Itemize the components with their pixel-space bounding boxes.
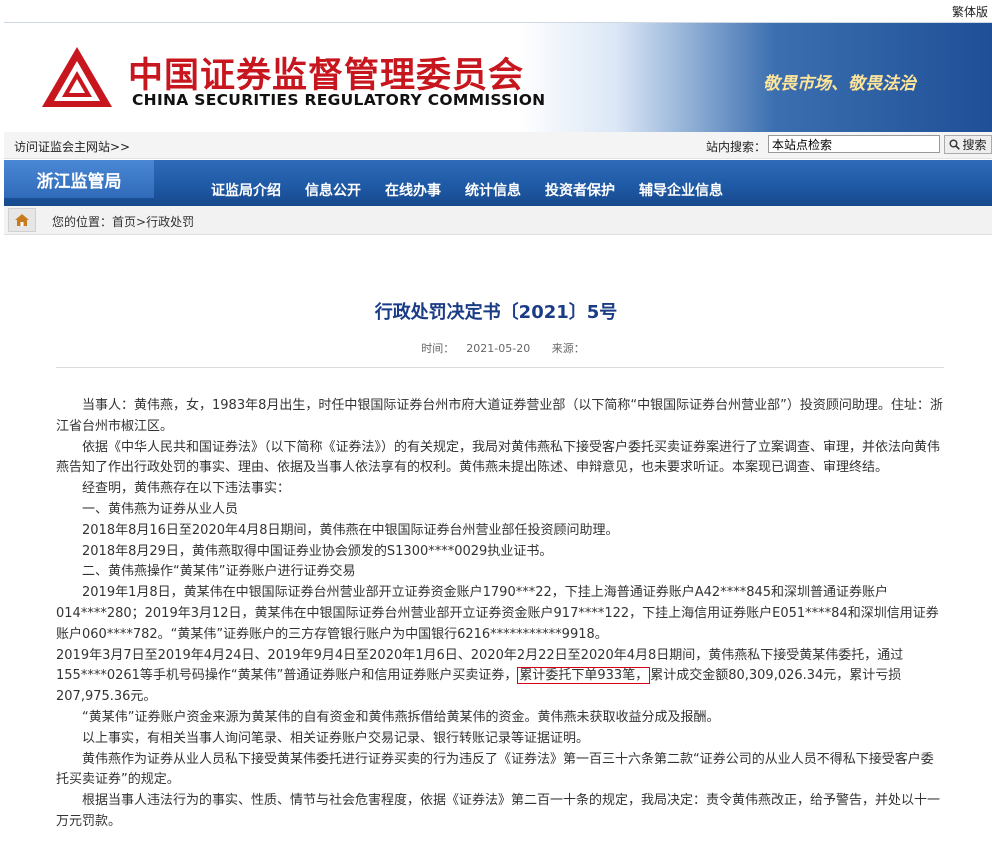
nav-item-tutoring-companies[interactable]: 辅导企业信息: [639, 180, 723, 200]
article-body: 当事人：黄伟燕，女，1983年8月出生，时任中银国际证券台州市府大道证券营业部（…: [56, 396, 944, 833]
paragraph-heading-1: 一、黄伟燕为证券从业人员: [82, 501, 239, 517]
nav-item-investor-protection[interactable]: 投资者保护: [545, 180, 615, 200]
search-label: 站内搜索：: [706, 140, 767, 154]
paragraph-decision: 根据当事人违法行为的事实、性质、情节与社会危害程度，依据《证券法》第二百一十条的…: [56, 793, 941, 829]
header-banner: 中国证券监督管理委员会 CHINA SECURITIES REGULATORY …: [4, 22, 992, 133]
nav-item-info-disclosure[interactable]: 信息公开: [305, 180, 361, 200]
paragraph-certificate: 2018年8月29日，黄伟燕取得中国证券业协会颁发的S1300****0029执…: [82, 543, 553, 559]
csrc-logo-icon: [42, 47, 112, 107]
paragraph-procedure: 依据《中华人民共和国证券法》（以下简称《证券法》）的有关规定，我局对黄伟燕私下接…: [56, 439, 941, 476]
top-bar: 繁体版: [0, 0, 992, 22]
time-value: 2021-05-20: [466, 342, 531, 355]
main-nav: 浙江监管局 证监局介绍 信息公开 在线办事 统计信息 投资者保护 辅导企业信息: [4, 160, 992, 206]
traditional-chinese-link[interactable]: 繁体版: [952, 3, 988, 20]
breadcrumb-separator: >: [136, 215, 147, 229]
paragraph-heading-2: 二、黄伟燕操作“黄某伟”证券账户进行证券交易: [82, 564, 356, 580]
paragraph-accounts: 2019年1月8日，黄某伟在中银国际证券台州营业部开立证券资金账户1790***…: [56, 585, 939, 642]
slogan: 敬畏市场、敬畏法治: [763, 74, 916, 94]
breadcrumb: 您的位置：首页>行政处罚: [4, 206, 992, 235]
nav-item-bureau-intro[interactable]: 证监局介绍: [211, 180, 281, 200]
article-meta: 时间： 2021-05-20 来源：: [56, 340, 944, 368]
nav-item-online-services[interactable]: 在线办事: [385, 180, 441, 200]
site-search-input[interactable]: [768, 135, 940, 153]
paragraph-employment: 2018年8月16日至2020年4月8日期间，黄伟燕在中银国际证券台州营业部任投…: [82, 522, 619, 538]
utility-bar: 访问证监会主网站>> 站内搜索： 搜索: [4, 132, 992, 159]
search-icon: [949, 139, 961, 150]
paragraph-violation: 黄伟燕作为证券从业人员私下接受黄某伟委托进行证券买卖的行为违反了《证券法》第一百…: [56, 751, 934, 788]
search-button-label: 搜索: [962, 138, 987, 152]
nav-item-statistics[interactable]: 统计信息: [465, 180, 521, 200]
nav-menu: 证监局介绍 信息公开 在线办事 统计信息 投资者保护 辅导企业信息: [211, 180, 723, 200]
home-icon: [15, 214, 29, 226]
paragraph-funding: “黄某伟”证券账户资金来源为黄某伟的自有资金和黄伟燕拆借给黄某伟的资金。黄伟燕未…: [82, 709, 720, 725]
breadcrumb-path: 您的位置：首页>行政处罚: [52, 213, 194, 230]
publish-time: 时间： 2021-05-20: [415, 342, 536, 355]
search-button[interactable]: 搜索: [944, 135, 992, 154]
time-label: 时间：: [421, 342, 455, 355]
breadcrumb-current-link[interactable]: 行政处罚: [146, 215, 194, 229]
site-title-english: CHINA SECURITIES REGULATORY COMMISSION: [132, 91, 546, 109]
visit-main-site-link[interactable]: 访问证监会主网站>>: [14, 138, 130, 155]
article-title: 行政处罚决定书〔2021〕5号: [374, 302, 618, 323]
source-label: 来源：: [551, 342, 585, 355]
paragraph-evidence: 以上事实，有相关当事人询问笔录、相关证券账户交易记录、银行转账记录等证据证明。: [82, 730, 590, 746]
home-button[interactable]: [8, 208, 36, 232]
breadcrumb-prefix: 您的位置：: [52, 215, 113, 229]
paragraph-findings-intro: 经查明，黄伟燕存在以下违法事实：: [82, 481, 291, 497]
breadcrumb-home-link[interactable]: 首页: [112, 215, 136, 229]
paragraph-party: 当事人：黄伟燕，女，1983年8月出生，时任中银国际证券台州市府大道证券营业部（…: [56, 398, 943, 434]
highlighted-order-count: 累计委托下单933笔，: [517, 667, 651, 685]
bureau-name-tab[interactable]: 浙江监管局: [4, 160, 154, 198]
paragraph-trading: 2019年3月7日至2019年4月24日、2019年9月4日至2020年1月6日…: [56, 646, 944, 708]
